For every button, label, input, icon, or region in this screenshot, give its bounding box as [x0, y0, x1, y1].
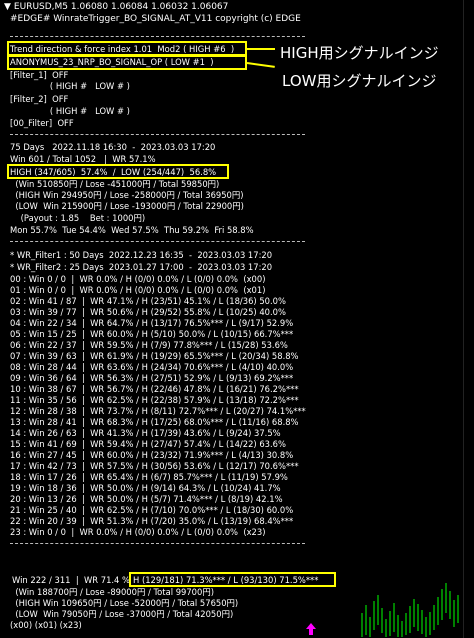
summary-weekday: Mon 55.7% Tue 54.4% Wed 57.5% Thu 59.2% …	[10, 225, 254, 235]
ohlc-values: 1.06080 1.06084 1.06032 1.06067	[70, 2, 229, 12]
hour-row: 06 : Win 22 / 37 | WR 59.5% / H (7/9) 77…	[10, 340, 288, 350]
wr-filter1: * WR_Filter1 : 50 Days 2022.12.23 16:35 …	[10, 250, 273, 260]
pointer-line-low	[246, 62, 275, 68]
filter00-status: [00_Filter] OFF	[10, 118, 74, 128]
hour-row: 03 : Win 39 / 77 | WR 50.6% / H (29/52) …	[10, 307, 286, 317]
divider	[10, 134, 305, 135]
summary-win-detail: (Win 510850円 / Lose -451000円 / Total 598…	[10, 179, 220, 189]
summary-low-detail: (LOW Win 215900円 / Lose -193000円 / Total…	[10, 201, 244, 211]
indicator-title: #EDGE# WinrateTrigger_BO_SIGNAL_AT_V11 c…	[10, 14, 301, 24]
hour-row: 04 : Win 22 / 34 | WR 64.7% / H (13/17) …	[10, 318, 294, 328]
hour-row: 10 : Win 38 / 67 | WR 56.7% / H (22/46) …	[10, 384, 299, 394]
hour-row: 01 : Win 0 / 0 | WR 0.0% / H (0/0) 0.0% …	[10, 285, 266, 295]
wr-filter2: * WR_Filter2 : 25 Days 2023.01.27 17:00 …	[10, 262, 273, 272]
hour-row: 23 : Win 0 / 0 | WR 0.0% / H (0/0) 0.0% …	[10, 527, 266, 537]
hour-row: 09 : Win 36 / 64 | WR 56.3% / H (27/51) …	[10, 373, 294, 383]
chart-header: ▼ EURUSD,M5 1.06080 1.06084 1.06032 1.060…	[4, 2, 228, 13]
hour-row: 19 : Win 18 / 36 | WR 50.0% / H (9/14) 6…	[10, 483, 281, 493]
filter2-status: [Filter_2] OFF	[10, 94, 69, 104]
hour-row: 13 : Win 28 / 41 | WR 68.3% / H (17/25) …	[10, 417, 299, 427]
hour-row: 14 : Win 26 / 63 | WR 41.3% / H (17/39) …	[10, 428, 281, 438]
hour-row: 08 : Win 28 / 44 | WR 63.6% / H (24/34) …	[10, 362, 294, 372]
symbol-label: EURUSD,M5	[13, 2, 69, 12]
hour-row: 05 : Win 15 / 25 | WR 60.0% / H (5/10) 5…	[10, 329, 294, 339]
hour-row: 20 : Win 13 / 26 | WR 50.0% / H (5/7) 71…	[10, 494, 283, 504]
summary-high-detail: (HIGH Win 294950円 / Lose -258000円 / Tota…	[10, 190, 244, 200]
hour-row: 07 : Win 39 / 63 | WR 61.9% / H (19/29) …	[10, 351, 299, 361]
filter1-detail: ( HIGH # LOW # )	[10, 81, 130, 91]
divider	[10, 241, 305, 242]
bottom-win: Win 222 / 311 | WR 71.4 %	[12, 575, 131, 585]
hour-row: 11 : Win 35 / 56 | WR 62.5% / H (22/38) …	[10, 395, 299, 405]
filter2-detail: ( HIGH # LOW # )	[10, 106, 130, 116]
hour-row: 21 : Win 25 / 40 | WR 62.5% / H (7/10) 7…	[10, 505, 294, 515]
candle-group	[361, 583, 459, 637]
divider	[10, 36, 305, 37]
highlight-box-summary	[7, 164, 229, 179]
summary-win: Win 601 / Total 1052 | WR 57.1%	[10, 154, 156, 164]
highlight-box-high	[7, 41, 247, 56]
annotation-low: LOW用シグナルインジ	[282, 72, 437, 90]
hour-row: 22 : Win 20 / 39 | WR 51.3% / H (7/20) 3…	[10, 516, 294, 526]
divider	[10, 543, 305, 544]
annotation-high: HIGH用シグナルインジ	[280, 44, 439, 62]
hour-row: 17 : Win 42 / 73 | WR 57.5% / H (30/56) …	[10, 461, 299, 471]
summary-payout: (Payout : 1.85 Bet : 1000円)	[10, 213, 146, 223]
hour-row: 02 : Win 41 / 87 | WR 47.1% / H (23/51) …	[10, 296, 286, 306]
bottom-high-detail: (HIGH Win 109650円 / Lose -52000円 / Total…	[10, 598, 239, 608]
hour-row: 15 : Win 41 / 69 | WR 59.4% / H (27/47) …	[10, 439, 286, 449]
hour-row: 16 : Win 27 / 45 | WR 60.0% / H (23/32) …	[10, 450, 294, 460]
bottom-low-detail: (LOW Win 79050円 / Lose -37000円 / Total 4…	[10, 609, 234, 619]
chart-window[interactable]: ▼ EURUSD,M5 1.06080 1.06084 1.06032 1.060…	[0, 0, 474, 638]
hour-row: 18 : Win 17 / 26 | WR 65.4% / H (6/7) 85…	[10, 472, 288, 482]
pointer-line-high	[247, 48, 275, 50]
hour-row: 12 : Win 28 / 38 | WR 73.7% / H (8/11) 7…	[10, 406, 306, 416]
bottom-win-detail: (Win 188700円 / Lose -89000円 / Total 9970…	[10, 587, 214, 597]
chevron-down-icon[interactable]: ▼	[4, 2, 11, 12]
signal-arrow-icon	[306, 623, 316, 635]
bottom-x-flags: (x00) (x01) (x23)	[10, 620, 82, 630]
hour-row: 00 : Win 0 / 0 | WR 0.0% / H (0/0) 0.0% …	[10, 274, 266, 284]
highlight-box-bottom	[129, 572, 336, 587]
summary-days: 75 Days 2022.11.18 16:30 - 2023.03.03 17…	[10, 142, 216, 152]
filter1-status: [Filter_1] OFF	[10, 70, 69, 80]
price-scale[interactable]	[463, 0, 474, 638]
highlight-box-low	[7, 55, 247, 70]
